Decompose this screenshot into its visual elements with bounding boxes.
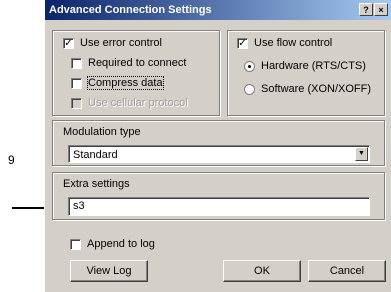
dialog-title: Advanced Connection Settings bbox=[49, 4, 212, 16]
use-flow-control-checkbox[interactable]: ✓ Use flow control bbox=[237, 37, 332, 49]
software-label: Software (XON/XOFF) bbox=[261, 83, 372, 95]
compress-data-label: Compress data bbox=[87, 76, 164, 90]
callout-number: 9 bbox=[8, 153, 15, 167]
checkmark-icon: ✓ bbox=[237, 37, 248, 49]
use-error-control-label: Use error control bbox=[80, 37, 162, 49]
view-log-button[interactable]: View Log bbox=[70, 260, 148, 282]
modulation-type-label: Modulation type bbox=[63, 126, 141, 138]
hardware-label: Hardware (RTS/CTS) bbox=[261, 60, 366, 72]
cancel-button[interactable]: Cancel bbox=[308, 260, 386, 282]
compress-data-checkbox[interactable]: Compress data bbox=[71, 76, 164, 90]
use-error-control-checkbox[interactable]: ✓ Use error control bbox=[63, 37, 162, 49]
title-bar: Advanced Connection Settings ? × bbox=[45, 0, 391, 20]
checkbox-icon bbox=[70, 238, 81, 250]
software-radio[interactable]: Software (XON/XOFF) bbox=[244, 83, 371, 95]
extra-settings-label: Extra settings bbox=[63, 178, 130, 190]
advanced-connection-settings-dialog: Advanced Connection Settings ? × ✓ Use er… bbox=[44, 0, 391, 292]
chevron-down-icon[interactable]: ▼ bbox=[355, 147, 368, 161]
help-button[interactable]: ? bbox=[359, 3, 373, 16]
modulation-type-value: Standard bbox=[73, 149, 118, 161]
append-to-log-checkbox[interactable]: Append to log bbox=[70, 238, 155, 250]
cellular-protocol-checkbox: Use cellular protocol bbox=[71, 97, 188, 109]
checkbox-icon bbox=[71, 77, 82, 89]
required-to-connect-checkbox[interactable]: Required to connect bbox=[71, 57, 186, 69]
extra-settings-input[interactable]: s3 bbox=[68, 197, 370, 216]
modulation-type-select[interactable]: Standard ▼ bbox=[68, 145, 370, 163]
ok-button[interactable]: OK bbox=[223, 260, 301, 282]
append-to-log-label: Append to log bbox=[87, 238, 155, 250]
checkbox-icon bbox=[71, 57, 82, 69]
radio-icon bbox=[244, 83, 255, 95]
close-button[interactable]: × bbox=[374, 3, 388, 16]
radio-selected-icon bbox=[244, 60, 255, 72]
cellular-protocol-label: Use cellular protocol bbox=[88, 97, 188, 109]
hardware-radio[interactable]: Hardware (RTS/CTS) bbox=[244, 60, 366, 72]
use-flow-control-label: Use flow control bbox=[254, 37, 333, 49]
checkmark-icon: ✓ bbox=[63, 37, 74, 49]
required-to-connect-label: Required to connect bbox=[88, 57, 187, 69]
checkbox-icon bbox=[71, 97, 82, 109]
